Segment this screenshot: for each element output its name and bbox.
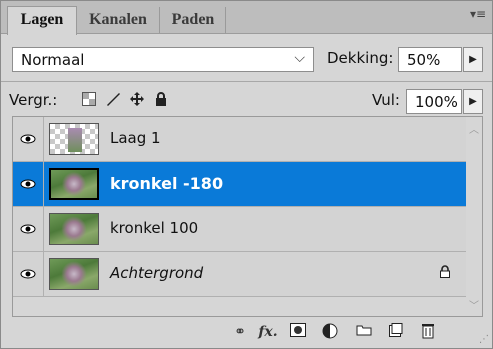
layer-name[interactable]: kronkel 100 xyxy=(110,219,198,237)
fill-slider-button[interactable]: ▶ xyxy=(463,89,483,114)
fill-label: Vul: xyxy=(372,91,400,109)
lock-position-icon[interactable] xyxy=(129,90,145,108)
lock-label: Vergr.: xyxy=(9,91,58,109)
lock-icons xyxy=(81,90,169,108)
layer-thumbnail[interactable] xyxy=(49,213,99,245)
adjustment-layer-icon[interactable] xyxy=(319,323,341,341)
visibility-eye-icon[interactable] xyxy=(13,162,44,206)
opacity-label: Dekking: xyxy=(327,49,394,67)
divider xyxy=(1,81,492,82)
layer-thumbnail[interactable] xyxy=(49,258,99,290)
trash-icon[interactable] xyxy=(417,323,439,341)
fill-input[interactable]: 100% xyxy=(406,89,462,114)
thumbnail-image xyxy=(68,128,82,152)
lock-all-icon[interactable] xyxy=(153,90,169,108)
layer-row[interactable]: Achtergrond xyxy=(13,252,482,297)
visibility-eye-icon[interactable] xyxy=(13,252,44,296)
tab-paden[interactable]: Paden xyxy=(161,7,226,33)
chevron-down-icon: ⌵ xyxy=(294,50,305,66)
new-group-icon[interactable] xyxy=(353,323,375,341)
layers-footer: ⚭ fx. ⋰ xyxy=(1,317,492,348)
visibility-eye-icon[interactable] xyxy=(13,117,44,161)
visibility-eye-icon[interactable] xyxy=(13,207,44,251)
panel-menu-icon[interactable]: ▾≡ xyxy=(470,7,486,21)
layer-row-selected[interactable]: kronkel -180 xyxy=(13,162,482,207)
tab-kanalen[interactable]: Kanalen xyxy=(77,7,160,33)
layers-scrollbar[interactable]: ︿ ﹀ xyxy=(466,117,482,316)
lock-icon xyxy=(439,265,451,282)
layer-name[interactable]: Achtergrond xyxy=(110,264,203,282)
link-layers-icon[interactable]: ⚭ xyxy=(229,323,251,341)
opacity-slider-button[interactable]: ▶ xyxy=(463,47,483,72)
layers-panel: Lagen Kanalen Paden ▾≡ Normaal ⌵ Dekking… xyxy=(0,0,493,349)
layers-list: Laag 1 kronkel -180 kronkel 100 Achtergr… xyxy=(12,116,483,317)
layer-name[interactable]: kronkel -180 xyxy=(110,174,223,193)
add-mask-icon[interactable] xyxy=(287,323,309,341)
fill-value: 100% xyxy=(415,93,458,111)
blend-mode-value: Normaal xyxy=(21,51,85,69)
opacity-value: 50% xyxy=(407,51,441,69)
layer-row[interactable]: kronkel 100 xyxy=(13,207,482,252)
panel-tab-bar: Lagen Kanalen Paden ▾≡ xyxy=(1,1,492,35)
lock-transparency-icon[interactable] xyxy=(81,90,97,108)
tab-lagen[interactable]: Lagen xyxy=(7,6,77,35)
lock-paint-icon[interactable] xyxy=(105,90,121,108)
layer-name[interactable]: Laag 1 xyxy=(110,129,161,147)
layer-row[interactable]: Laag 1 xyxy=(13,117,482,162)
new-layer-icon[interactable] xyxy=(385,323,407,341)
opacity-input[interactable]: 50% xyxy=(398,47,462,72)
blend-mode-select[interactable]: Normaal ⌵ xyxy=(12,47,314,72)
fx-icon[interactable]: fx. xyxy=(257,323,279,341)
resize-grip-icon[interactable]: ⋰ xyxy=(479,334,489,345)
scroll-down-icon[interactable]: ﹀ xyxy=(469,297,479,312)
scroll-up-icon[interactable]: ︿ xyxy=(469,121,479,136)
layer-thumbnail[interactable] xyxy=(49,168,99,200)
layer-thumbnail[interactable] xyxy=(49,123,99,155)
